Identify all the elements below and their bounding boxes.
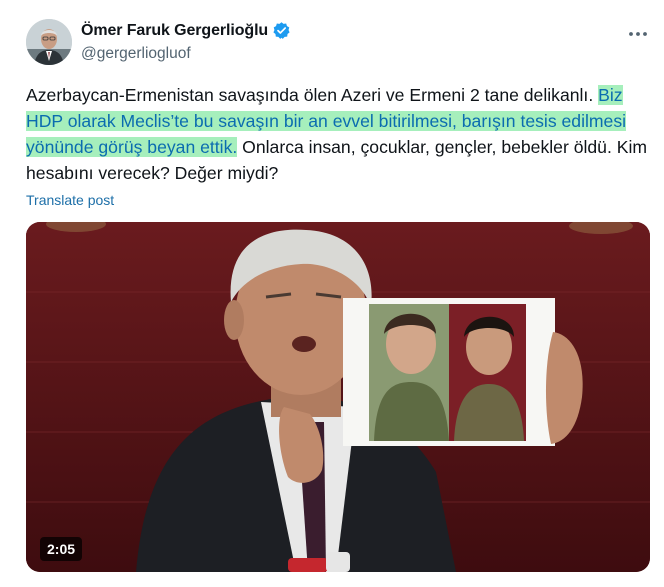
video-frame [26, 222, 650, 572]
avatar[interactable] [26, 19, 72, 65]
author-display-name[interactable]: Ömer Faruk Gergerlioğlu [81, 22, 268, 40]
avatar-image [26, 19, 72, 65]
more-horizontal-icon[interactable] [626, 24, 650, 44]
tweet-text: Azerbaycan-Ermenistan savaşında ölen Aze… [26, 82, 651, 186]
author-handle[interactable]: @gergerliogluof [81, 45, 191, 63]
verified-badge-icon[interactable] [272, 21, 291, 40]
video-duration-badge: 2:05 [40, 537, 83, 561]
video-player[interactable] [26, 222, 650, 572]
tweet-text-part1: Azerbaycan-Ermenistan savaşında ölen Aze… [26, 85, 599, 105]
author-name-row: Ömer Faruk Gergerlioğlu [81, 21, 291, 40]
tweet-post: Ömer Faruk Gergerlioğlu @gergerliogluof … [0, 0, 664, 587]
translate-post-link[interactable]: Translate post [26, 192, 114, 208]
